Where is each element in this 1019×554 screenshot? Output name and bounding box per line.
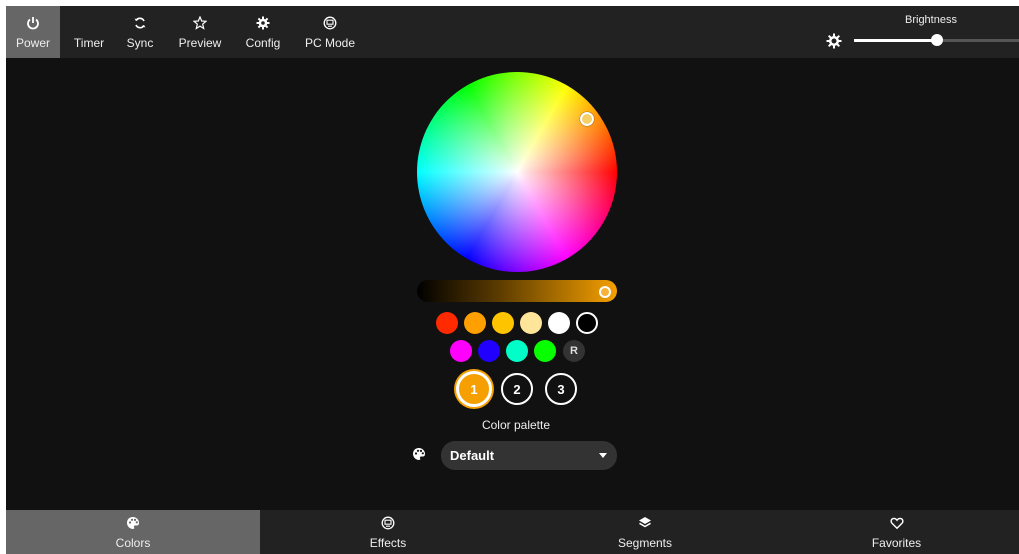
heart-icon [889, 515, 904, 531]
color-swatch[interactable] [548, 312, 570, 334]
tab-segments-label: Segments [617, 535, 673, 550]
power-icon [26, 14, 40, 32]
sync-label: Sync [126, 36, 154, 50]
power-label: Power [15, 36, 50, 50]
palette-icon [126, 515, 140, 531]
effects-icon [381, 515, 395, 531]
color-swatch[interactable] [520, 312, 542, 334]
pc-mode-label: PC Mode [304, 36, 356, 50]
palette-dropdown[interactable]: Default [441, 441, 617, 470]
color-slot-2[interactable]: 2 [501, 373, 533, 405]
brightness-label: Brightness [905, 14, 957, 26]
color-swatch[interactable] [478, 340, 500, 362]
tab-segments[interactable]: Segments [516, 510, 774, 554]
color-slot-1[interactable]: 1 [456, 371, 492, 407]
tab-colors[interactable]: Colors [6, 510, 260, 554]
palette-dropdown-value: Default [450, 448, 495, 463]
color-swatch[interactable] [436, 312, 458, 334]
bottom-bar: Colors Effects Segments Favorites [6, 510, 1019, 554]
config-button[interactable]: Config [237, 6, 289, 58]
star-icon [193, 14, 207, 32]
preview-label: Preview [178, 36, 222, 50]
color-value-slider[interactable] [417, 280, 617, 302]
sync-icon [133, 14, 147, 32]
brightness-icon [825, 32, 843, 50]
app-window: Power Timer Sync Preview Config PC Mode … [6, 6, 1019, 554]
brightness-slider-knob[interactable] [930, 34, 943, 46]
tab-colors-label: Colors [115, 535, 151, 550]
pc-mode-button[interactable]: PC Mode [296, 6, 364, 58]
layers-icon [638, 515, 652, 531]
top-bar: Power Timer Sync Preview Config PC Mode … [6, 6, 1019, 58]
tab-favorites-label: Favorites [871, 535, 922, 550]
brightness-fill [854, 39, 937, 42]
tab-effects-label: Effects [369, 535, 407, 550]
color-wheel[interactable] [417, 72, 617, 272]
color-swatch[interactable] [506, 340, 528, 362]
timer-button[interactable]: Timer [64, 6, 114, 58]
timer-label: Timer [73, 36, 105, 50]
power-button[interactable]: Power [6, 6, 60, 58]
tab-favorites[interactable]: Favorites [774, 510, 1019, 554]
palette-icon [411, 446, 427, 462]
gear-icon [256, 14, 270, 32]
color-slot-3[interactable]: 3 [545, 373, 577, 405]
color-swatch[interactable] [464, 312, 486, 334]
chevron-down-icon [599, 453, 607, 458]
color-palette-label: Color palette [481, 418, 551, 432]
config-label: Config [245, 36, 281, 50]
color-wheel-handle[interactable] [580, 112, 594, 126]
color-value-slider-knob[interactable] [599, 286, 611, 298]
preview-button[interactable]: Preview [169, 6, 231, 58]
color-swatch[interactable] [576, 312, 598, 334]
color-swatch[interactable] [492, 312, 514, 334]
color-swatch[interactable] [534, 340, 556, 362]
random-color-button[interactable]: R [563, 340, 585, 362]
screen-icon [323, 14, 337, 32]
tab-effects[interactable]: Effects [260, 510, 516, 554]
color-swatch[interactable] [450, 340, 472, 362]
moon-icon [82, 14, 96, 32]
sync-button[interactable]: Sync [118, 6, 162, 58]
